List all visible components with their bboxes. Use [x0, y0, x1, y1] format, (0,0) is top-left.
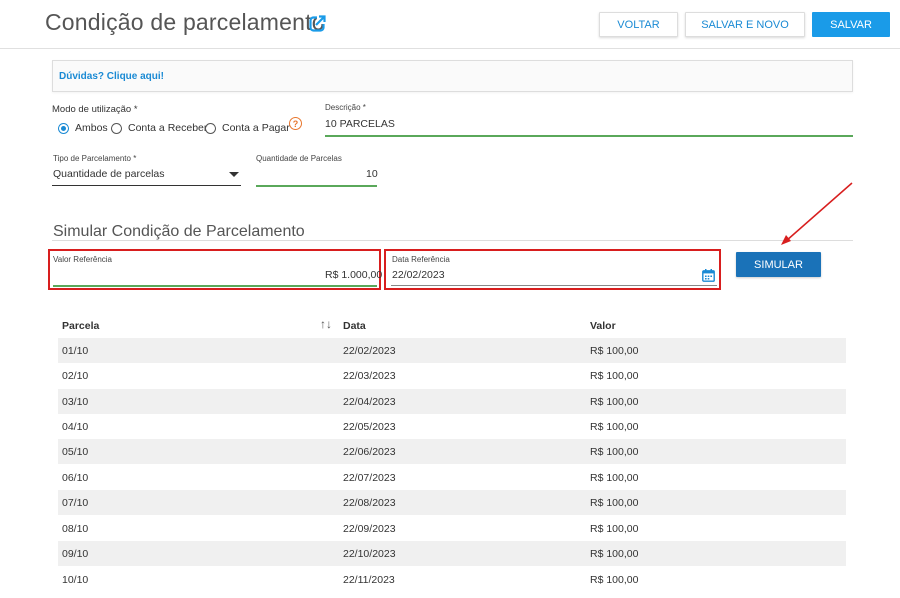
cell-parcela: 08/10	[62, 523, 89, 535]
cell-parcela: 02/10	[62, 370, 89, 382]
description-input[interactable]: 10 PARCELAS	[325, 118, 395, 130]
cell-data: 22/11/2023	[343, 574, 395, 586]
cell-data: 22/07/2023	[343, 472, 396, 484]
column-header-data[interactable]: Data	[343, 320, 366, 332]
radio-conta-receber[interactable]: Conta a Receber	[111, 122, 207, 134]
dropdown-caret-icon[interactable]	[229, 172, 239, 178]
description-label: Descrição *	[325, 103, 366, 112]
help-circle-icon[interactable]: ?	[289, 117, 302, 130]
table-row[interactable]: 05/10 22/06/2023 R$ 100,00	[58, 439, 846, 464]
cell-valor: R$ 100,00	[590, 548, 639, 560]
table-row[interactable]: 06/10 22/07/2023 R$ 100,00	[58, 465, 846, 490]
table-row[interactable]: 07/10 22/08/2023 R$ 100,00	[58, 490, 846, 515]
cell-data: 22/04/2023	[343, 396, 396, 408]
simulation-section-title: Simular Condição de Parcelamento	[53, 223, 305, 240]
installment-qty-input[interactable]: 10	[366, 168, 378, 180]
table-row[interactable]: 08/10 22/09/2023 R$ 100,00	[58, 516, 846, 541]
cell-parcela: 09/10	[62, 548, 89, 560]
reference-value-underline	[53, 285, 377, 287]
cell-valor: R$ 100,00	[590, 574, 639, 586]
radio-label: Conta a Pagar	[222, 122, 290, 134]
radio-ambos[interactable]: Ambos	[58, 122, 108, 134]
radio-conta-pagar[interactable]: Conta a Pagar	[205, 122, 290, 134]
column-header-valor[interactable]: Valor	[590, 320, 616, 332]
installment-type-underline	[52, 185, 241, 186]
installment-qty-label: Quantidade de Parcelas	[256, 154, 342, 163]
cell-parcela: 04/10	[62, 421, 89, 433]
reference-date-label: Data Referência	[392, 255, 450, 264]
radio-unchecked-icon	[205, 122, 216, 134]
table-row[interactable]: 02/10 22/03/2023 R$ 100,00	[58, 363, 846, 388]
cell-valor: R$ 100,00	[590, 446, 639, 458]
table-row[interactable]: 10/10 22/11/2023 R$ 100,00	[58, 567, 846, 592]
installment-type-label: Tipo de Parcelamento *	[53, 154, 137, 163]
cell-data: 22/06/2023	[343, 446, 396, 458]
table-row[interactable]: 03/10 22/04/2023 R$ 100,00	[58, 389, 846, 414]
cell-parcela: 01/10	[62, 345, 89, 357]
table-row[interactable]: 01/10 22/02/2023 R$ 100,00	[58, 338, 846, 363]
help-link[interactable]: Dúvidas? Clique aqui!	[59, 71, 164, 82]
calendar-icon[interactable]	[702, 269, 715, 282]
column-header-parcela[interactable]: Parcela	[62, 320, 99, 332]
cell-valor: R$ 100,00	[590, 472, 639, 484]
cell-data: 22/08/2023	[343, 497, 396, 509]
cell-valor: R$ 100,00	[590, 523, 639, 535]
cell-parcela: 07/10	[62, 497, 89, 509]
radio-checked-icon	[58, 122, 69, 134]
external-link-icon[interactable]	[309, 14, 327, 32]
reference-date-underline	[391, 285, 717, 286]
installment-type-select[interactable]: Quantidade de parcelas	[53, 168, 165, 180]
table-row[interactable]: 04/10 22/05/2023 R$ 100,00	[58, 414, 846, 439]
radio-unchecked-icon	[111, 122, 122, 134]
usage-mode-label: Modo de utilização *	[52, 104, 138, 115]
cell-data: 22/02/2023	[343, 345, 396, 357]
radio-label: Conta a Receber	[128, 122, 208, 134]
page-header: Condição de parcelamento VOLTAR SALVAR E…	[0, 0, 900, 49]
sort-icon[interactable]: ↑↓	[320, 317, 332, 331]
description-underline	[325, 135, 853, 137]
cell-data: 22/05/2023	[343, 421, 396, 433]
reference-value-input[interactable]: R$ 1.000,00	[325, 269, 382, 281]
installment-qty-underline	[256, 185, 377, 187]
cell-valor: R$ 100,00	[590, 396, 639, 408]
cell-parcela: 10/10	[62, 574, 89, 586]
table-header: Parcela ↑↓ Data Valor	[58, 313, 846, 338]
save-button[interactable]: SALVAR	[812, 12, 890, 37]
cell-valor: R$ 100,00	[590, 421, 639, 433]
cell-parcela: 05/10	[62, 446, 89, 458]
reference-value-label: Valor Referência	[53, 255, 112, 264]
cell-valor: R$ 100,00	[590, 370, 639, 382]
cell-data: 22/10/2023	[343, 548, 396, 560]
save-and-new-button[interactable]: SALVAR E NOVO	[685, 12, 805, 37]
cell-valor: R$ 100,00	[590, 497, 639, 509]
cell-data: 22/09/2023	[343, 523, 396, 535]
cell-data: 22/03/2023	[343, 370, 396, 382]
page-title: Condição de parcelamento	[45, 9, 325, 35]
back-button[interactable]: VOLTAR	[599, 12, 678, 37]
reference-date-input[interactable]: 22/02/2023	[392, 269, 445, 281]
help-box: Dúvidas? Clique aqui!	[52, 60, 853, 92]
cell-parcela: 06/10	[62, 472, 89, 484]
cell-parcela: 03/10	[62, 396, 89, 408]
simulate-button[interactable]: SIMULAR	[736, 252, 821, 277]
table-row[interactable]: 09/10 22/10/2023 R$ 100,00	[58, 541, 846, 566]
section-divider	[52, 240, 853, 241]
radio-label: Ambos	[75, 122, 108, 134]
cell-valor: R$ 100,00	[590, 345, 639, 357]
